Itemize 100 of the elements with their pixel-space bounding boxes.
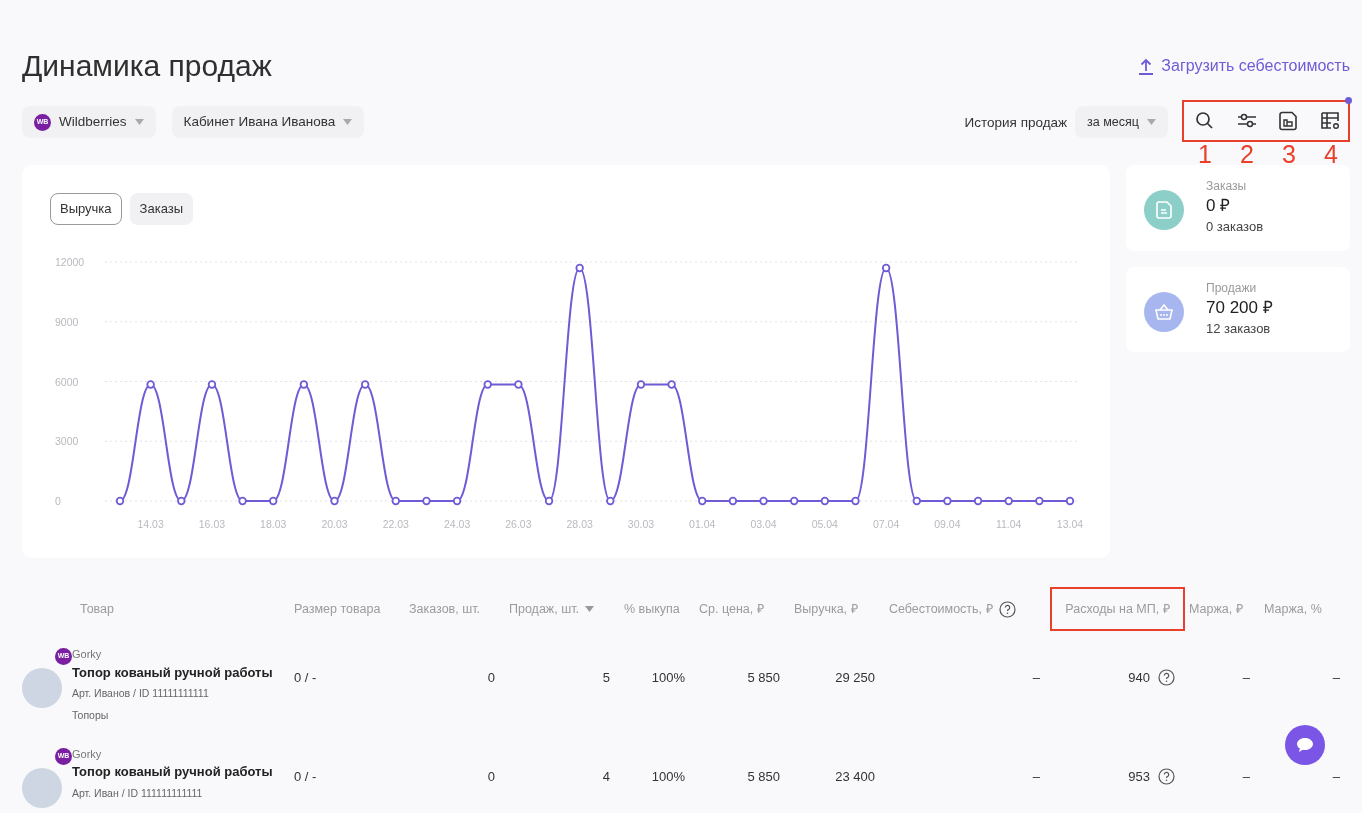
table-cell-text: –: [1332, 668, 1340, 687]
y-axis-label: 0: [55, 494, 61, 507]
data-point: [820, 496, 830, 505]
speech-bubble-icon: [1296, 736, 1314, 754]
table-cell-text: 0 / -: [294, 767, 317, 786]
data-point: [483, 379, 492, 389]
x-axis-label: 05.04: [811, 517, 838, 530]
data-point: [790, 496, 799, 505]
callout-number: 1: [1197, 142, 1213, 167]
chat-button[interactable]: [1285, 725, 1325, 765]
sort-caret-icon[interactable]: [585, 606, 594, 612]
table-cell-text: 0 / -: [294, 668, 317, 687]
data-point: [360, 379, 370, 389]
product-name[interactable]: Топор кованый ручной работы: [72, 762, 273, 782]
column-header[interactable]: Размер товара: [294, 599, 381, 619]
data-point: [330, 496, 339, 505]
data-point: [207, 379, 217, 389]
basket-icon: [1155, 302, 1173, 321]
column-header[interactable]: Заказов, шт.: [409, 599, 481, 619]
account-dropdown[interactable]: Кабинет Ивана Иванова: [171, 106, 365, 138]
data-point: [299, 379, 309, 389]
product-category: Топоры: [72, 707, 110, 723]
column-header[interactable]: Себестоимость, ₽: [889, 599, 993, 619]
column-header[interactable]: Продаж, шт.: [509, 599, 579, 619]
x-axis-label: 24.03: [443, 517, 471, 530]
stat-title: Продажи: [1206, 279, 1258, 297]
x-axis-label: 14.03: [137, 517, 164, 530]
product-article: Арт. Иванов / ID 11111111111: [72, 686, 210, 701]
help-icon[interactable]: [1158, 768, 1175, 785]
column-header[interactable]: Выручка, ₽: [794, 599, 858, 619]
column-header[interactable]: Маржа, %: [1264, 599, 1322, 619]
data-point: [606, 496, 615, 505]
column-header[interactable]: Товар: [80, 599, 114, 619]
product-name[interactable]: Топор кованый ручной работы: [72, 662, 273, 682]
table-cell-text: –: [1332, 767, 1340, 786]
x-axis-label: 30.03: [627, 517, 655, 530]
search-icon: [1195, 111, 1215, 131]
data-point: [575, 263, 584, 272]
column-header[interactable]: Расходы на МП, ₽: [1065, 599, 1170, 619]
data-point: [667, 379, 676, 389]
y-axis-label: 6000: [55, 375, 79, 387]
data-point: [759, 496, 768, 505]
x-axis-label: 16.03: [198, 517, 226, 530]
data-point: [115, 496, 125, 505]
y-axis-label: 9000: [55, 315, 79, 328]
upload-icon: [1139, 57, 1154, 75]
table-cell-text: 953: [1128, 767, 1150, 786]
callout-number: 2: [1239, 142, 1255, 167]
data-point: [177, 496, 186, 505]
caret-icon: [134, 119, 144, 125]
chart-tab[interactable]: Заказы: [129, 193, 194, 225]
chart-tab[interactable]: Выручка: [50, 193, 122, 225]
y-axis-label: 3000: [55, 434, 79, 447]
column-header[interactable]: Маржа, ₽: [1189, 599, 1243, 619]
column-header[interactable]: % выкупа: [624, 599, 680, 619]
data-point: [514, 379, 523, 389]
data-point: [943, 496, 952, 505]
x-axis-label: 09.04: [934, 517, 961, 530]
data-point: [881, 263, 891, 272]
help-icon[interactable]: [1158, 668, 1175, 686]
data-point: [391, 496, 400, 505]
document-icon: [1279, 111, 1299, 131]
x-axis-label: 26.03: [505, 517, 532, 530]
x-axis-label: 22.03: [382, 517, 409, 530]
help-icon[interactable]: [998, 600, 1016, 618]
history-label: История продаж: [964, 114, 1068, 132]
x-axis-label: 01.04: [689, 517, 716, 530]
caret-icon: [1147, 119, 1156, 125]
y-axis-label: 12000: [55, 255, 85, 268]
caret-icon: [343, 119, 353, 125]
table-cell-text: 29 250: [835, 668, 875, 687]
table-cell-text: 100%: [651, 668, 685, 687]
stat-value: 70 200 ₽: [1206, 296, 1273, 319]
data-point: [698, 496, 707, 505]
data-point: [146, 379, 155, 389]
table-cell-text: 5: [602, 668, 610, 687]
data-point: [452, 496, 462, 505]
data-point: [238, 496, 247, 505]
data-point: [544, 496, 554, 505]
page-title: Динамика продаж: [22, 48, 272, 84]
table-cell-text: 4: [602, 767, 610, 786]
table-cell-text: 5 850: [747, 668, 780, 687]
stat-title: Заказы: [1206, 178, 1248, 195]
period-dropdown[interactable]: за месяц: [1075, 106, 1168, 138]
table-cell-text: 0: [487, 767, 495, 786]
data-point: [1065, 496, 1075, 505]
table-cell-text: 100%: [651, 767, 685, 786]
x-axis-label: 28.03: [566, 517, 593, 530]
data-point: [728, 496, 738, 505]
data-point: [269, 496, 278, 505]
table-cell-text: 5 850: [747, 767, 780, 786]
x-axis-label: 13.04: [1056, 517, 1084, 530]
column-header[interactable]: Ср. цена, ₽: [699, 599, 764, 619]
table-settings-icon: [1321, 111, 1341, 131]
document-icon: [1155, 201, 1173, 219]
callout-number: 3: [1281, 142, 1297, 167]
upload-link[interactable]: Загрузить себестоимость: [1139, 54, 1350, 78]
x-axis-label: 03.04: [750, 517, 777, 530]
table-cell-text: 0: [487, 668, 495, 687]
table-cell-text: –: [1242, 767, 1250, 786]
